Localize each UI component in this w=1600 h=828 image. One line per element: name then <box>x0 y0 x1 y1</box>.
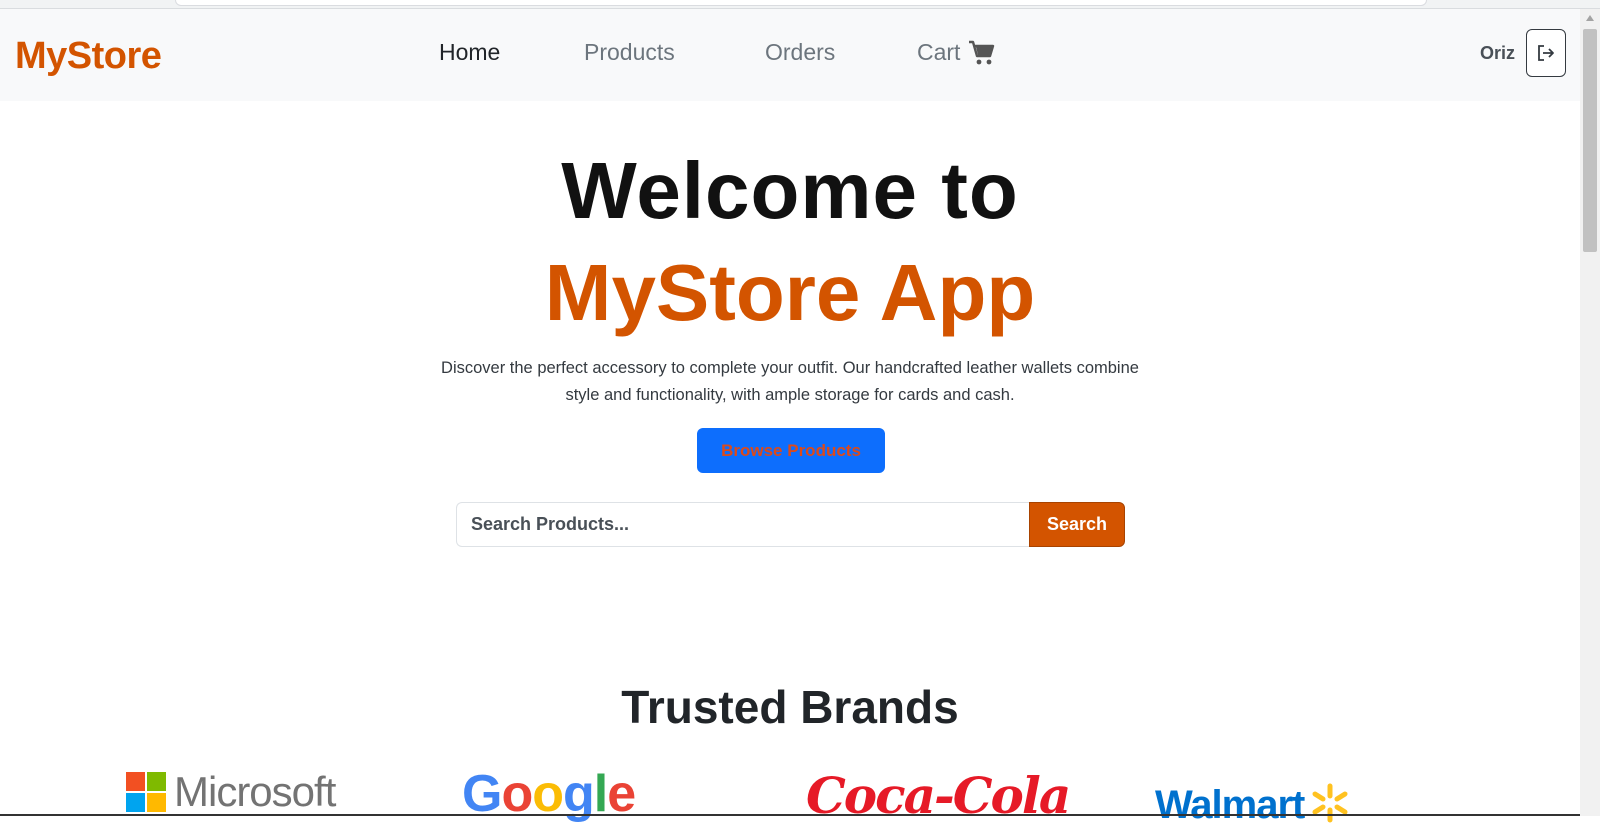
walmart-logo: Walmart <box>1155 783 1350 828</box>
logout-button[interactable] <box>1526 29 1566 77</box>
search-input[interactable] <box>456 502 1030 547</box>
walmart-spark-icon <box>1312 783 1348 823</box>
scrollbar-thumb[interactable] <box>1583 29 1597 252</box>
navbar: MyStore Home Products Orders Cart Oriz <box>0 9 1580 101</box>
logout-icon <box>1538 45 1554 61</box>
hero-title: Welcome to <box>561 146 1019 235</box>
nav-home[interactable]: Home <box>439 39 500 66</box>
search-bar: Search <box>456 502 1125 547</box>
hero-title-accent: MyStore App <box>544 248 1036 337</box>
cart-icon <box>969 40 995 64</box>
search-button[interactable]: Search <box>1029 502 1125 547</box>
coca-cola-logo: Coca-Cola <box>806 766 1071 825</box>
scroll-up-arrow-icon[interactable] <box>1586 15 1594 21</box>
browser-top-edge <box>0 0 1600 9</box>
nav-cart[interactable]: Cart <box>917 39 996 66</box>
trusted-brands-heading: Trusted Brands <box>621 681 959 733</box>
hero-description: Discover the perfect accessory to comple… <box>441 359 1139 404</box>
brand-logo[interactable]: MyStore <box>15 35 162 78</box>
microsoft-squares-icon <box>126 772 166 812</box>
nav-orders[interactable]: Orders <box>765 39 835 66</box>
address-bar-edge <box>175 0 1427 6</box>
microsoft-logo: Microsoft <box>126 771 336 813</box>
page-scrollbar[interactable] <box>1580 9 1600 816</box>
browse-products-button[interactable]: Browse Products <box>697 428 885 473</box>
nav-products[interactable]: Products <box>584 39 675 66</box>
nav-cart-label: Cart <box>917 39 961 65</box>
user-name: Oriz <box>1480 43 1516 63</box>
